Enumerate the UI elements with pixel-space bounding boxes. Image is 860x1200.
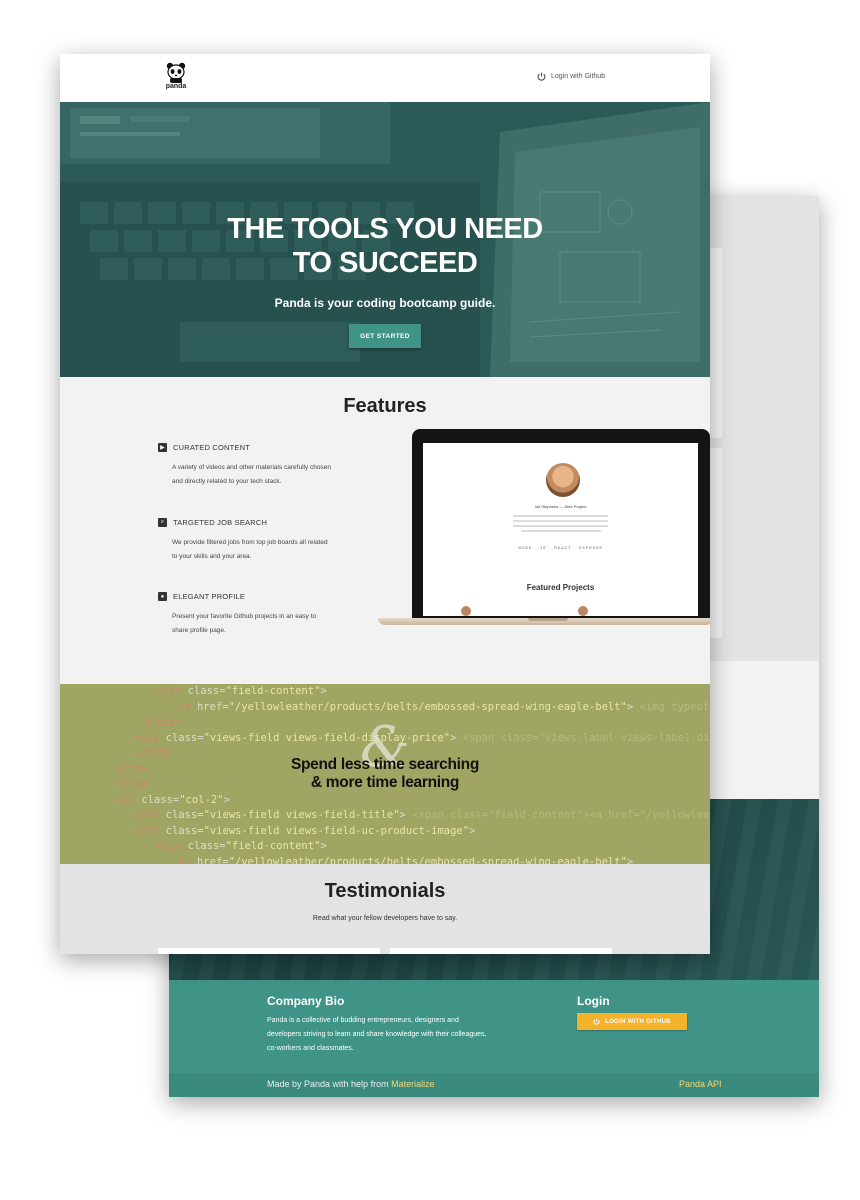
navbar: panda Login with Github — [60, 54, 710, 102]
footer-login-button-label: LOGIN WITH GITHUB — [605, 1018, 671, 1025]
panda-api-link[interactable]: Panda API — [679, 1079, 722, 1089]
panda-logo[interactable]: panda — [160, 61, 192, 93]
hero-title: THE TOOLS YOU NEED TO SUCCEED — [60, 212, 710, 280]
code-banner: <div class="field-content"> <a href="/ye… — [60, 684, 710, 864]
hero-section: THE TOOLS YOU NEED TO SUCCEED Panda is y… — [60, 102, 710, 377]
laptop-screen: Ida Stephens — Web Project NODE JS REACT… — [423, 443, 698, 616]
hero-title-line: TO SUCCEED — [292, 247, 478, 279]
back-card — [710, 448, 722, 638]
get-started-button[interactable]: GET STARTED — [349, 324, 421, 348]
footer-login-github-button[interactable]: LOGIN WITH GITHUB — [577, 1013, 687, 1030]
code-banner-line: Spend less time searching — [290, 756, 480, 773]
testimonial-card — [390, 948, 612, 954]
feature-text: A variety of videos and other materials … — [172, 464, 331, 485]
avatar — [578, 606, 588, 616]
profile-icon: ● — [158, 592, 167, 601]
testimonials-section: Testimonials Read what your fellow devel… — [60, 864, 710, 954]
nav-login-github[interactable]: Login with Github — [537, 72, 605, 81]
feature-heading: CURATED CONTENT — [173, 443, 251, 452]
search-icon: ⌕ — [158, 518, 167, 527]
laptop-screen-bezel: Ida Stephens — Web Project NODE JS REACT… — [412, 429, 710, 618]
laptop-mockup: Ida Stephens — Web Project NODE JS REACT… — [378, 429, 710, 641]
power-icon — [593, 1018, 600, 1025]
feature-elegant-profile: ● ELEGANT PROFILE Present your favorite … — [158, 592, 358, 638]
code-banner-line: & more time learning — [310, 774, 460, 791]
footer-login-title: Login — [577, 994, 610, 1008]
features-section: Features ▶ CURATED CONTENT A variety of … — [60, 377, 710, 684]
footer-bottom-bar: Made by Panda with help from Materialize… — [169, 1073, 819, 1097]
logo-text: panda — [165, 83, 187, 90]
feature-curated-content: ▶ CURATED CONTENT A variety of videos an… — [158, 443, 358, 489]
panda-icon — [166, 62, 186, 83]
hero-subtitle: Panda is your coding bootcamp guide. — [274, 296, 496, 310]
features-title: Features — [343, 395, 427, 417]
feature-text: Present your favorite Github projects in… — [172, 613, 317, 634]
profile-tags: NODE JS REACT EXPRESS — [518, 546, 603, 550]
front-page-screenshot: panda Login with Github THE TOOLS YOU NE… — [60, 54, 710, 954]
power-icon — [537, 72, 546, 81]
code-banner-message: Spend less time searching & more time le… — [60, 756, 710, 792]
testimonials-title: Testimonials — [324, 880, 446, 902]
avatar — [546, 463, 580, 497]
feature-text: We provide filtered jobs from top job bo… — [172, 539, 328, 560]
feature-heading: ELEGANT PROFILE — [173, 592, 246, 601]
footer-made-by-text: Made by Panda with help from — [267, 1079, 389, 1089]
nav-login-label: Login with Github — [551, 73, 606, 80]
testimonial-card — [158, 948, 380, 954]
materialize-link[interactable]: Materialize — [391, 1079, 435, 1089]
video-library-icon: ▶ — [158, 443, 167, 452]
feature-heading: TARGETED JOB SEARCH — [173, 518, 268, 527]
footer-credits: Made by Panda with help from Materialize — [267, 1079, 435, 1089]
profile-name: Ida Stephens — Web Project — [534, 504, 587, 509]
avatar — [461, 606, 471, 616]
footer-bio-text: Panda is a collective of budding entrepr… — [267, 1017, 487, 1052]
footer: Company Bio Panda is a collective of bud… — [169, 980, 819, 1097]
featured-projects-title: Featured Projects — [526, 583, 595, 592]
footer-bio-title: Company Bio — [267, 994, 345, 1008]
hero-title-line: THE TOOLS YOU NEED — [227, 213, 543, 245]
testimonials-subtitle: Read what your fellow developers have to… — [312, 915, 458, 922]
feature-targeted-job-search: ⌕ TARGETED JOB SEARCH We provide filtere… — [158, 518, 358, 564]
back-card — [710, 248, 722, 438]
